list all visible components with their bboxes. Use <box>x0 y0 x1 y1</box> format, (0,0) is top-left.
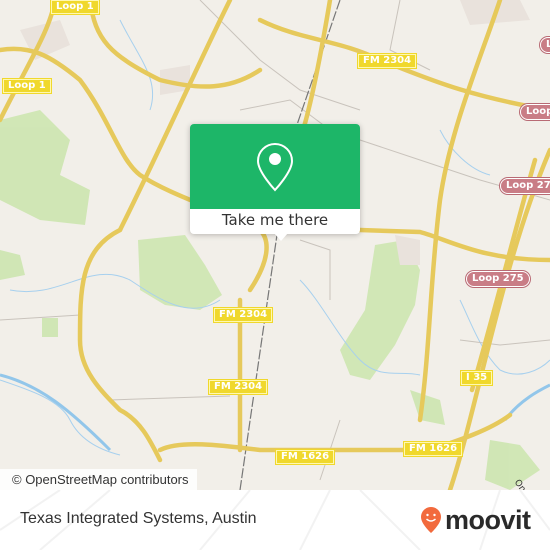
road-label-fm2304: FM 2304 <box>208 379 269 395</box>
road-label-loop275: Loop 275 <box>540 37 550 53</box>
location-pin-icon <box>256 142 294 192</box>
map-base-layer <box>0 0 550 490</box>
moovit-brand: moovit <box>445 504 531 535</box>
moovit-pin-icon <box>421 507 441 533</box>
popup-header <box>190 124 360 209</box>
road-label-fm1626: FM 1626 <box>403 441 464 457</box>
location-popup: Take me there <box>190 124 360 234</box>
popup-tail <box>274 233 288 241</box>
map[interactable]: Loop 1 Loop 1 FM 2304 FM 2304 FM 2304 Lo… <box>0 0 550 490</box>
road-label-fm2304: FM 2304 <box>357 53 418 69</box>
take-me-there-button[interactable]: Take me there <box>190 209 360 234</box>
moovit-logo[interactable]: moovit <box>420 504 531 536</box>
map-attribution[interactable]: © OpenStreetMap contributors <box>0 469 197 490</box>
road-label-i35: I 35 <box>460 370 494 386</box>
footer: Texas Integrated Systems, Austin moovit <box>0 490 550 550</box>
road-label-loop275: Loop 275 <box>520 104 550 120</box>
road-label-loop275: Loop 275 <box>466 271 530 287</box>
road-label-fm2304: FM 2304 <box>213 307 274 323</box>
road-label-loop275: Loop 275 <box>500 178 550 194</box>
place-name: Texas Integrated Systems, Austin <box>20 510 257 527</box>
road-label-fm1626: FM 1626 <box>275 449 336 465</box>
road-label-loop1: Loop 1 <box>50 0 100 15</box>
road-label-loop1: Loop 1 <box>2 78 52 94</box>
